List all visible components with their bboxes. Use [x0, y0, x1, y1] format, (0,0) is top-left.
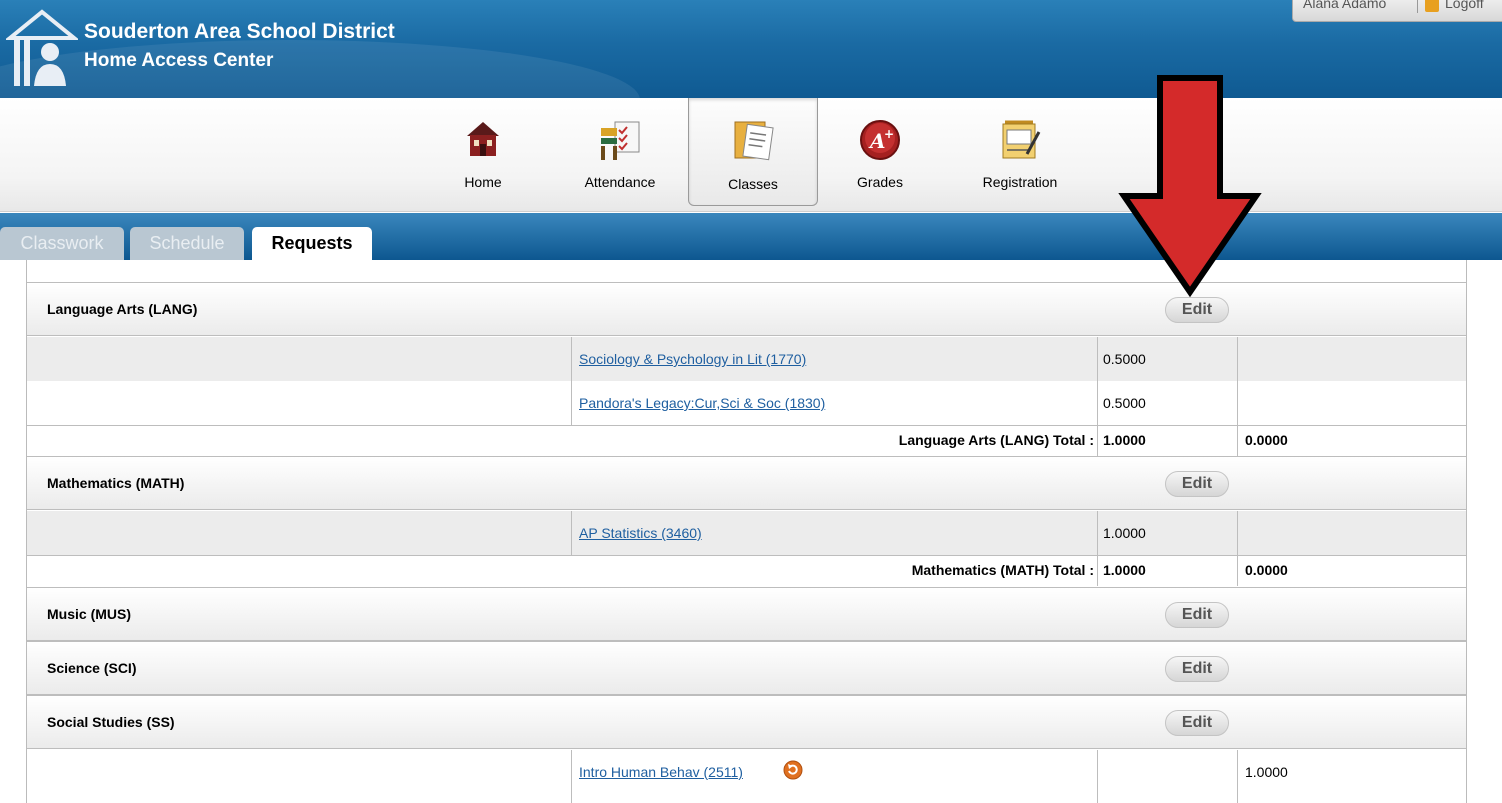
category-title: Mathematics (MATH) — [47, 475, 185, 491]
category-title: Language Arts (LANG) — [47, 301, 198, 317]
column-divider — [1097, 750, 1098, 803]
nav-home[interactable]: Home — [452, 98, 514, 206]
nav-label-attendance: Attendance — [584, 174, 656, 190]
category-title: Science (SCI) — [47, 660, 137, 676]
svg-text:+: + — [884, 127, 894, 141]
column-divider — [1237, 337, 1238, 456]
total-label: Mathematics (MATH) Total : — [911, 562, 1094, 578]
course-link[interactable]: Sociology & Psychology in Lit (1770) — [579, 351, 806, 367]
course-link[interactable]: Intro Human Behav (2511) — [579, 764, 743, 780]
edit-button-lang[interactable]: Edit — [1165, 297, 1229, 323]
attendance-desk-icon — [601, 121, 640, 160]
table-row: AP Statistics (3460) 1.0000 — [27, 511, 1466, 555]
table-row: Intro Human Behav (2511) 1.0000 — [27, 750, 1466, 794]
category-title: Music (MUS) — [47, 606, 131, 622]
table-row: Sociology & Psychology in Lit (1770) 0.5… — [27, 337, 1466, 381]
district-logo-icon — [6, 9, 78, 86]
course-link[interactable]: AP Statistics (3460) — [579, 525, 702, 541]
edit-button-math[interactable]: Edit — [1165, 471, 1229, 497]
app-name: Home Access Center — [84, 50, 274, 71]
edit-button-science[interactable]: Edit — [1165, 656, 1229, 682]
total-credits: 1.0000 — [1103, 432, 1146, 448]
course-link[interactable]: Pandora's Legacy:Cur,Sci & Soc (1830) — [579, 395, 825, 411]
column-divider — [1097, 337, 1098, 456]
category-header-social-studies: Social Studies (SS) Edit — [27, 695, 1466, 749]
total-alt-credits: 0.0000 — [1245, 432, 1288, 448]
column-divider — [571, 337, 572, 425]
schoolhouse-icon — [467, 122, 499, 156]
nav-classes[interactable]: Classes — [688, 98, 818, 206]
requests-panel: Language Arts (LANG) Edit Sociology & Ps… — [26, 260, 1467, 803]
credits-value: 1.0000 — [1103, 525, 1146, 541]
table-row: Pandora's Legacy:Cur,Sci & Soc (1830) 0.… — [27, 381, 1466, 425]
nav-label-registration: Registration — [982, 174, 1058, 190]
alt-credits-value: 1.0000 — [1245, 764, 1288, 780]
column-divider — [1237, 511, 1238, 586]
main-navigation: Home Attendance Classes A + Grades Regis… — [0, 98, 1502, 212]
total-credits: 1.0000 — [1103, 562, 1146, 578]
tab-bar: Classwork Schedule Requests — [0, 213, 1502, 260]
app-header: Souderton Area School District Home Acce… — [0, 0, 1502, 98]
category-header-music: Music (MUS) Edit — [27, 587, 1466, 641]
category-title: Social Studies (SS) — [47, 714, 175, 730]
column-divider — [571, 750, 572, 803]
column-divider — [1097, 511, 1098, 586]
registration-form-icon — [1002, 120, 1041, 159]
red-arrow-annotation-icon — [1118, 75, 1262, 298]
a-plus-icon: A + — [860, 120, 900, 160]
nav-label-grades: Grades — [857, 174, 903, 190]
nav-label-home: Home — [464, 174, 502, 190]
credits-value: 0.5000 — [1103, 351, 1146, 367]
user-box: Alana Adamo Logoff — [1292, 0, 1502, 22]
district-name: Souderton Area School District — [84, 20, 395, 43]
credits-value: 0.5000 — [1103, 395, 1146, 411]
total-row: Language Arts (LANG) Total : 1.0000 0.00… — [27, 426, 1466, 456]
column-divider — [1237, 750, 1238, 803]
tab-requests[interactable]: Requests — [252, 227, 372, 260]
user-box-separator — [1417, 0, 1418, 13]
logoff-icon[interactable] — [1425, 0, 1439, 12]
total-label: Language Arts (LANG) Total : — [898, 432, 1094, 448]
total-row: Mathematics (MATH) Total : 1.0000 0.0000 — [27, 556, 1466, 586]
column-divider — [571, 511, 572, 555]
folder-icon — [734, 121, 774, 161]
category-header-math: Mathematics (MATH) Edit — [27, 456, 1466, 510]
alternate-request-icon — [783, 760, 803, 780]
svg-text:A: A — [868, 129, 886, 153]
total-alt-credits: 0.0000 — [1245, 562, 1288, 578]
edit-button-music[interactable]: Edit — [1165, 602, 1229, 628]
nav-grades[interactable]: A + Grades — [850, 98, 910, 206]
user-name[interactable]: Alana Adamo — [1303, 0, 1386, 11]
tab-classwork[interactable]: Classwork — [0, 227, 124, 260]
nav-attendance[interactable]: Attendance — [570, 98, 670, 206]
tab-schedule[interactable]: Schedule — [130, 227, 244, 260]
nav-label-classes: Classes — [728, 176, 778, 192]
nav-registration[interactable]: Registration — [966, 98, 1074, 206]
category-header-science: Science (SCI) Edit — [27, 641, 1466, 695]
logoff-link[interactable]: Logoff — [1445, 0, 1484, 11]
edit-button-social-studies[interactable]: Edit — [1165, 710, 1229, 736]
